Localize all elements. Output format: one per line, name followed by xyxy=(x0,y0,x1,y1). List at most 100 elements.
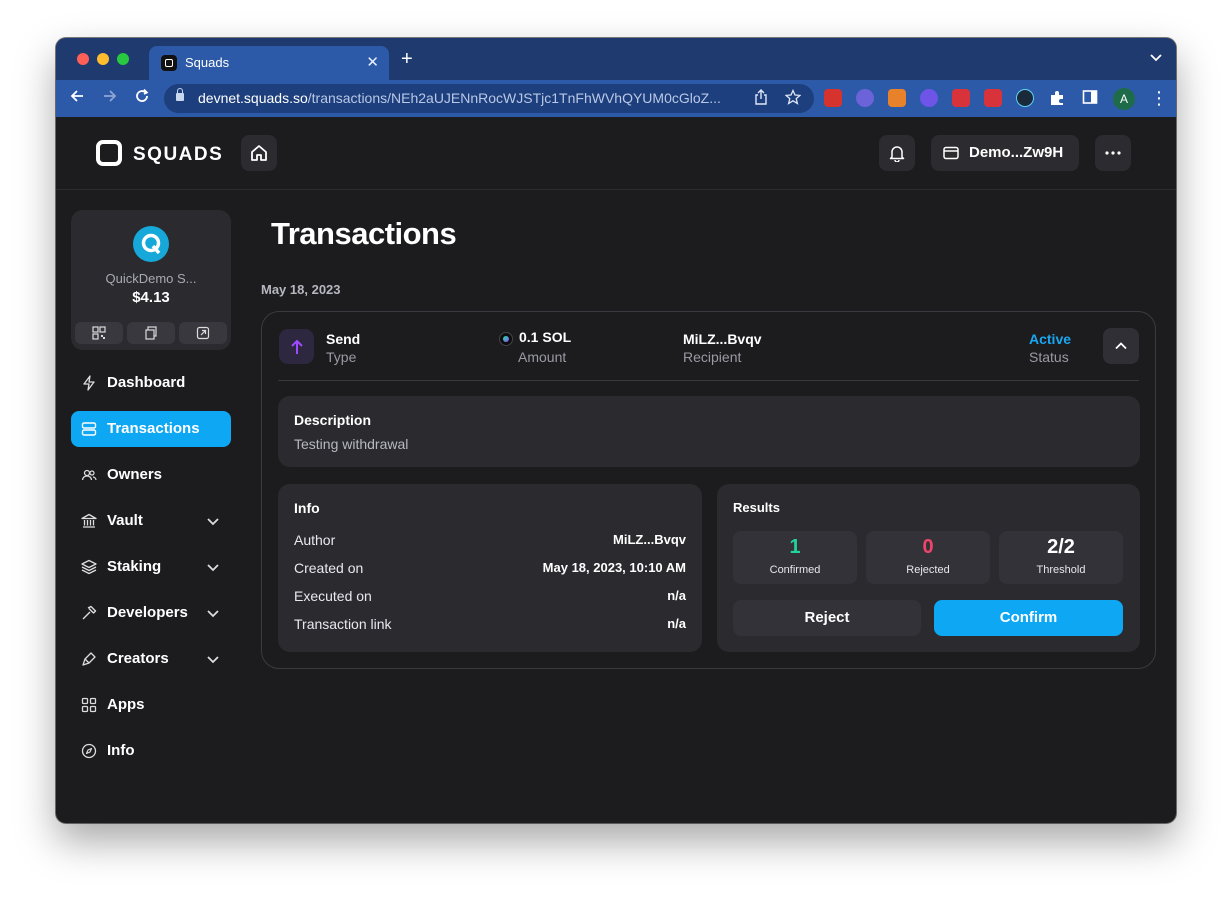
extension-2-icon[interactable] xyxy=(856,89,874,107)
rejected-stat: 0 Rejected xyxy=(866,531,990,584)
info-panel: Info Author MiLZ...Bvqv Created on May 1… xyxy=(278,484,702,652)
tab-close-icon[interactable]: ✕ xyxy=(366,53,379,71)
amount-value: 0.1 SOL xyxy=(519,329,572,345)
minimize-window-button[interactable] xyxy=(97,53,109,65)
type-label: Type xyxy=(326,349,357,365)
sidebar-item-dashboard[interactable]: Dashboard xyxy=(71,365,231,401)
sidebar-item-creators[interactable]: Creators xyxy=(71,641,231,677)
sidebar-item-label: Info xyxy=(107,742,135,759)
users-icon xyxy=(81,469,97,481)
threshold-label: Threshold xyxy=(1036,564,1086,576)
extensions-puzzle-icon[interactable] xyxy=(1048,89,1066,107)
send-type-icon xyxy=(279,329,314,364)
sidebar-item-label: Transactions xyxy=(107,420,200,437)
qr-code-button[interactable] xyxy=(75,322,123,344)
app-header: SQUADS Demo...Zw9H xyxy=(56,117,1176,190)
status-value: Active xyxy=(1029,331,1072,347)
maximize-window-button[interactable] xyxy=(117,53,129,65)
reload-button[interactable] xyxy=(134,88,150,108)
lock-icon[interactable] xyxy=(176,88,184,101)
created-on-value: May 18, 2023, 10:10 AM xyxy=(542,560,686,575)
grid-icon xyxy=(81,697,97,713)
sidebar-item-staking[interactable]: Staking xyxy=(71,549,231,585)
logo-text[interactable]: SQUADS xyxy=(133,144,223,166)
home-button[interactable] xyxy=(241,135,277,171)
react-devtools-icon[interactable] xyxy=(1016,89,1034,107)
tab-strip: Squads ✕ + xyxy=(56,38,1176,80)
reject-button[interactable]: Reject xyxy=(733,600,921,636)
sidebar-item-label: Apps xyxy=(107,696,145,713)
type-value: Send xyxy=(326,331,361,347)
transaction-card: Send Type 0.1 SOL Amount MiLZ...Bvqv Rec… xyxy=(261,311,1156,669)
compass-icon xyxy=(81,743,97,759)
forward-button[interactable] xyxy=(102,88,118,108)
threshold-stat: 2/2 Threshold xyxy=(999,531,1123,584)
browser-menu-icon[interactable]: ⋮ xyxy=(1150,88,1168,109)
stack-icon xyxy=(81,422,97,436)
share-icon[interactable] xyxy=(754,89,768,109)
sidebar-item-label: Developers xyxy=(107,604,188,621)
sidebar-item-label: Vault xyxy=(107,512,143,529)
ellipsis-icon xyxy=(1105,151,1121,155)
extension-6-icon[interactable] xyxy=(984,89,1002,107)
hammer-icon xyxy=(82,605,97,620)
address-bar[interactable]: devnet.squads.so/transactions/NEh2aUJENn… xyxy=(164,84,814,113)
browser-window: Squads ✕ + devnet.squads.so/transactions… xyxy=(56,38,1176,823)
profile-avatar[interactable]: A xyxy=(1113,88,1135,110)
arrow-up-icon xyxy=(291,339,303,354)
lightning-icon xyxy=(83,375,95,391)
sidebar-item-apps[interactable]: Apps xyxy=(71,687,231,723)
external-link-icon xyxy=(196,326,210,340)
browser-toolbar: devnet.squads.so/transactions/NEh2aUJENn… xyxy=(56,80,1176,117)
info-heading: Info xyxy=(294,500,320,516)
side-panel-icon[interactable] xyxy=(1082,89,1100,107)
copy-address-button[interactable] xyxy=(127,322,175,344)
chevron-down-icon[interactable] xyxy=(205,513,221,529)
sidebar-item-info[interactable]: Info xyxy=(71,733,231,769)
browser-tab[interactable]: Squads ✕ xyxy=(149,46,389,80)
results-heading: Results xyxy=(733,500,780,515)
home-icon xyxy=(251,145,267,161)
wallet-icon xyxy=(943,146,959,160)
rejected-label: Rejected xyxy=(906,564,950,576)
status-label: Status xyxy=(1029,349,1069,365)
extension-1-icon[interactable] xyxy=(824,89,842,107)
sidebar-item-owners[interactable]: Owners xyxy=(71,457,231,493)
tab-search-chevron-icon[interactable] xyxy=(1150,51,1162,65)
more-options-button[interactable] xyxy=(1095,135,1131,171)
extension-4-icon[interactable] xyxy=(920,89,938,107)
close-window-button[interactable] xyxy=(77,53,89,65)
open-explorer-button[interactable] xyxy=(179,322,227,344)
squads-logo-icon[interactable] xyxy=(96,140,122,166)
sidebar-item-label: Dashboard xyxy=(107,374,186,391)
new-tab-button[interactable]: + xyxy=(401,49,413,69)
chevron-down-icon[interactable] xyxy=(205,605,221,621)
squads-favicon-icon xyxy=(161,55,177,71)
collapse-button[interactable] xyxy=(1103,328,1139,364)
sidebar-item-transactions[interactable]: Transactions xyxy=(71,411,231,447)
confirmed-stat: 1 Confirmed xyxy=(733,531,857,584)
transaction-link-value: n/a xyxy=(667,616,686,631)
notifications-button[interactable] xyxy=(879,135,915,171)
bookmark-star-icon[interactable] xyxy=(784,88,802,109)
confirmed-label: Confirmed xyxy=(769,564,821,576)
back-button[interactable] xyxy=(69,88,85,108)
chevron-down-icon[interactable] xyxy=(205,559,221,575)
created-on-label: Created on xyxy=(294,560,364,576)
description-panel: Description Testing withdrawal xyxy=(278,396,1140,467)
vault-card: QuickDemo S... $4.13 xyxy=(71,210,231,350)
sidebar-item-label: Staking xyxy=(107,558,162,575)
confirm-button[interactable]: Confirm xyxy=(934,600,1123,636)
wallet-button[interactable]: Demo...Zw9H xyxy=(931,135,1079,171)
chevron-down-icon[interactable] xyxy=(205,651,221,667)
metamask-extension-icon[interactable] xyxy=(888,89,906,107)
brush-icon xyxy=(82,652,96,666)
extension-5-icon[interactable] xyxy=(952,89,970,107)
wallet-address: Demo...Zw9H xyxy=(969,144,1064,161)
author-value: MiLZ...Bvqv xyxy=(613,532,686,547)
executed-on-label: Executed on xyxy=(294,588,372,604)
sidebar-item-developers[interactable]: Developers xyxy=(71,595,231,631)
transaction-summary-row[interactable]: Send Type 0.1 SOL Amount MiLZ...Bvqv Rec… xyxy=(262,312,1155,380)
threshold-value: 2/2 xyxy=(1047,536,1075,558)
sidebar-item-vault[interactable]: Vault xyxy=(71,503,231,539)
